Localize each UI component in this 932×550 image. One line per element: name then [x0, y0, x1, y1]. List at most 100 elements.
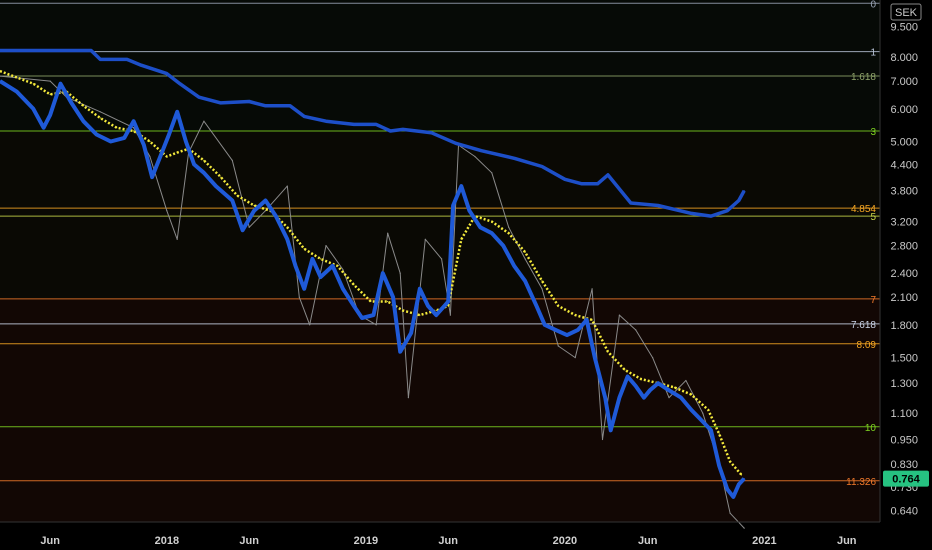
price-point	[123, 137, 125, 139]
band-point	[133, 127, 135, 129]
moving-average-point	[303, 248, 305, 250]
moving-average-point	[176, 152, 178, 154]
x-tick-label: 2020	[553, 535, 577, 547]
band-point	[399, 272, 401, 274]
price-point	[43, 127, 45, 129]
price-point	[468, 210, 470, 212]
band-point	[743, 527, 745, 529]
y-tick-label: 1.500	[890, 353, 918, 365]
moving-average-point	[320, 258, 322, 260]
x-tick-label: Jun	[638, 535, 658, 547]
moving-average-point	[286, 226, 288, 228]
price-point	[159, 155, 161, 158]
trailing-stop-point	[220, 102, 222, 104]
trailing-stop-point	[179, 83, 181, 85]
trailing-stop-point	[455, 142, 457, 144]
fib-level-label: 3	[870, 127, 876, 138]
price-point	[419, 288, 421, 290]
price-point	[443, 305, 445, 307]
price-point	[710, 429, 712, 431]
price-point	[743, 478, 745, 480]
trailing-stop-point	[657, 204, 659, 207]
price-point	[342, 288, 344, 290]
moving-average-point	[460, 238, 462, 240]
band-point	[541, 288, 543, 290]
zone-lower-fill	[0, 298, 880, 522]
moving-average-point	[640, 378, 642, 380]
moving-average-point	[253, 204, 255, 207]
moving-average-point	[541, 280, 543, 282]
moving-average-point	[574, 314, 576, 316]
price-point	[452, 204, 454, 207]
trailing-stop-point	[690, 212, 693, 214]
price-chart[interactable]: 011.61834.854577.6188.091011.326 9.5008.…	[0, 0, 932, 550]
band-point	[298, 296, 300, 298]
trailing-stop-point	[325, 120, 327, 122]
price-point	[566, 334, 568, 336]
price-point	[618, 397, 621, 399]
trailing-stop-point	[514, 157, 516, 159]
plot-background	[0, 0, 932, 550]
price-point	[242, 229, 244, 231]
price-point	[668, 389, 670, 391]
x-tick-label: Jun	[438, 535, 458, 547]
current-price-label: 0.764	[892, 474, 920, 486]
trailing-stop-point	[289, 105, 291, 107]
x-tick-label: 2021	[752, 535, 776, 547]
price-point	[392, 296, 394, 298]
band-point	[176, 238, 178, 240]
price-point	[168, 133, 170, 136]
price-point	[185, 140, 187, 143]
band-point	[248, 226, 250, 228]
y-tick-label: 1.300	[890, 378, 918, 390]
price-point	[649, 389, 651, 391]
band-point	[424, 238, 426, 240]
fib-level-label: 7.618	[851, 320, 876, 331]
trailing-stop-point	[581, 183, 583, 185]
band-point	[635, 329, 637, 331]
price-point	[16, 91, 18, 93]
price-point	[95, 133, 98, 136]
price-point	[320, 276, 322, 278]
price-point	[332, 265, 334, 267]
trailing-stop-point	[166, 73, 168, 75]
price-point	[513, 265, 515, 267]
price-point	[604, 397, 606, 399]
x-tick-label: Jun	[837, 535, 857, 547]
band-point	[508, 226, 510, 228]
band-point	[166, 210, 168, 212]
price-point	[577, 329, 579, 331]
y-tick-label: 0.950	[890, 435, 918, 447]
band-point	[685, 379, 687, 382]
trailing-stop-point	[607, 174, 609, 176]
trailing-stop-point	[743, 190, 745, 192]
price-point	[49, 114, 51, 116]
x-tick-label: 2019	[354, 535, 378, 547]
band-point	[601, 438, 604, 441]
band-point	[474, 155, 476, 158]
currency-label: SEK	[895, 7, 918, 19]
moving-average-point	[707, 409, 709, 411]
trailing-stop-point	[264, 105, 267, 107]
band-point	[231, 159, 233, 161]
price-point	[726, 488, 728, 490]
price-point	[311, 258, 313, 260]
price-point	[738, 483, 740, 485]
moving-average-point	[729, 461, 731, 463]
fib-level-label: 10	[865, 423, 877, 434]
y-tick-label: 3.800	[890, 186, 918, 198]
moving-average-point	[690, 394, 693, 396]
band-point	[203, 120, 205, 122]
trailing-stop-point	[726, 210, 728, 212]
fib-level-label: 1	[870, 48, 876, 59]
band-point	[407, 397, 409, 399]
price-point	[635, 385, 637, 387]
price-point	[193, 163, 195, 165]
moving-average-point	[607, 351, 609, 353]
band-point	[702, 412, 704, 414]
price-point	[151, 176, 153, 178]
price-point	[657, 382, 659, 384]
trailing-stop-point	[597, 183, 599, 185]
price-point	[143, 144, 145, 146]
price-point	[502, 245, 504, 247]
